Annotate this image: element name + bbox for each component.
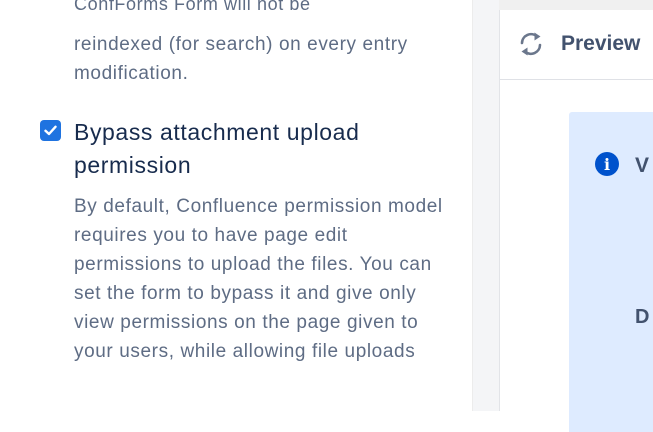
preview-title: Preview bbox=[561, 32, 641, 55]
bypass-upload-permission-label[interactable]: Bypass attachment upload permission bbox=[74, 116, 454, 182]
checkmark-icon bbox=[44, 125, 57, 136]
preview-panel: Preview i V D bbox=[500, 10, 653, 432]
previous-option-description-cut: ConfForms Form will not be bbox=[74, 0, 311, 14]
panel-gutter bbox=[473, 0, 499, 411]
bypass-upload-permission-checkbox[interactable] bbox=[40, 120, 61, 141]
info-message-panel: i V D bbox=[569, 112, 653, 432]
bypass-upload-permission-description: By default, Confluence permission model … bbox=[74, 196, 443, 362]
settings-panel: ConfForms Form will not be reindexed (fo… bbox=[0, 0, 472, 411]
previous-option-description: reindexed (for search) on every entry mo… bbox=[74, 34, 408, 84]
info-message-body: D bbox=[635, 306, 650, 328]
info-message-title: V bbox=[635, 154, 650, 177]
refresh-icon[interactable] bbox=[517, 31, 545, 57]
info-icon: i bbox=[595, 152, 619, 176]
preview-header: Preview bbox=[500, 10, 653, 80]
